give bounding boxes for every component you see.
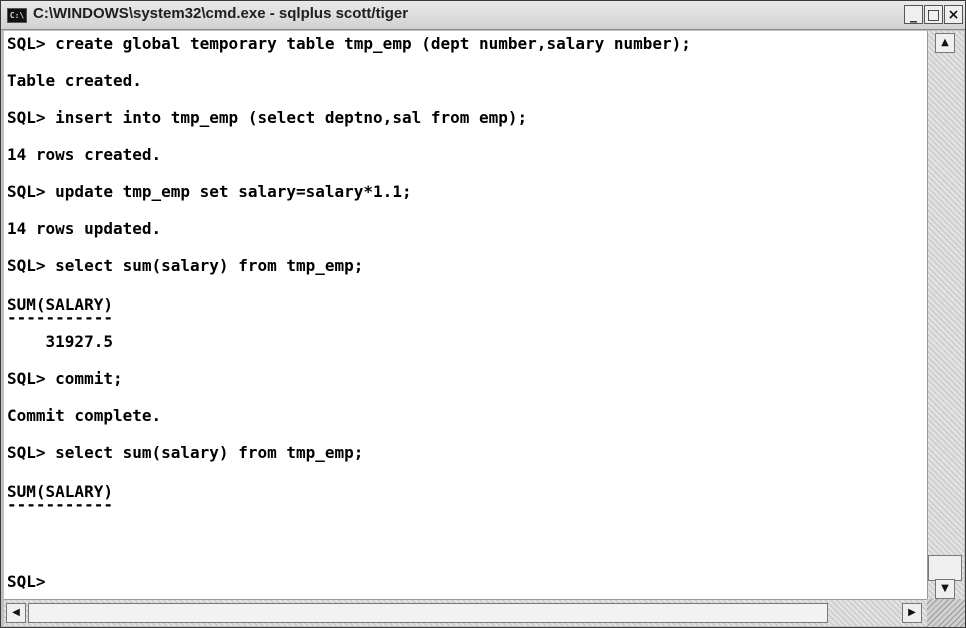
console-line: Table created.	[7, 71, 142, 90]
title-bar[interactable]: C:\ C:\WINDOWS\system32\cmd.exe - sqlplu…	[1, 1, 965, 30]
scroll-down-arrow-icon[interactable]: ▼	[935, 579, 955, 599]
close-button[interactable]: ×	[944, 5, 963, 24]
console-line: SQL> create global temporary table tmp_e…	[7, 34, 691, 53]
resize-grip-icon[interactable]	[927, 599, 965, 627]
scroll-left-arrow-icon[interactable]: ◀	[6, 603, 26, 623]
window-title: C:\WINDOWS\system32\cmd.exe - sqlplus sc…	[33, 5, 409, 22]
console-line: SQL> update tmp_emp set salary=salary*1.…	[7, 182, 412, 201]
console-output[interactable]: SQL> create global temporary table tmp_e…	[4, 31, 927, 599]
console-line: Commit complete.	[7, 406, 162, 425]
console-line: SQL> select sum(salary) from tmp_emp;	[7, 256, 364, 275]
console-line: 14 rows updated.	[7, 219, 162, 238]
sql-prompt[interactable]: SQL>	[7, 571, 46, 593]
console-line: 14 rows created.	[7, 145, 162, 164]
vertical-scroll-thumb[interactable]	[928, 555, 962, 581]
column-underline: -----------	[7, 495, 113, 514]
cmd-icon[interactable]: C:\	[7, 8, 27, 23]
horizontal-scrollbar[interactable]: ◀ ▶	[4, 599, 927, 626]
scroll-up-arrow-icon[interactable]: ▲	[935, 33, 955, 53]
console-line: SQL> commit;	[7, 369, 123, 388]
console-line: SQL> insert into tmp_emp (select deptno,…	[7, 108, 528, 127]
maximize-button[interactable]: □	[924, 5, 943, 24]
vertical-scrollbar[interactable]: ▲ ▼	[927, 31, 964, 599]
result-value: 31927.5	[7, 332, 113, 351]
console-line: SQL> select sum(salary) from tmp_emp;	[7, 443, 364, 462]
minimize-button[interactable]: _	[904, 5, 923, 24]
column-underline: -----------	[7, 308, 113, 327]
cmd-window: C:\ C:\WINDOWS\system32\cmd.exe - sqlplu…	[0, 0, 966, 628]
scroll-right-arrow-icon[interactable]: ▶	[902, 603, 922, 623]
horizontal-scroll-thumb[interactable]	[28, 603, 828, 623]
